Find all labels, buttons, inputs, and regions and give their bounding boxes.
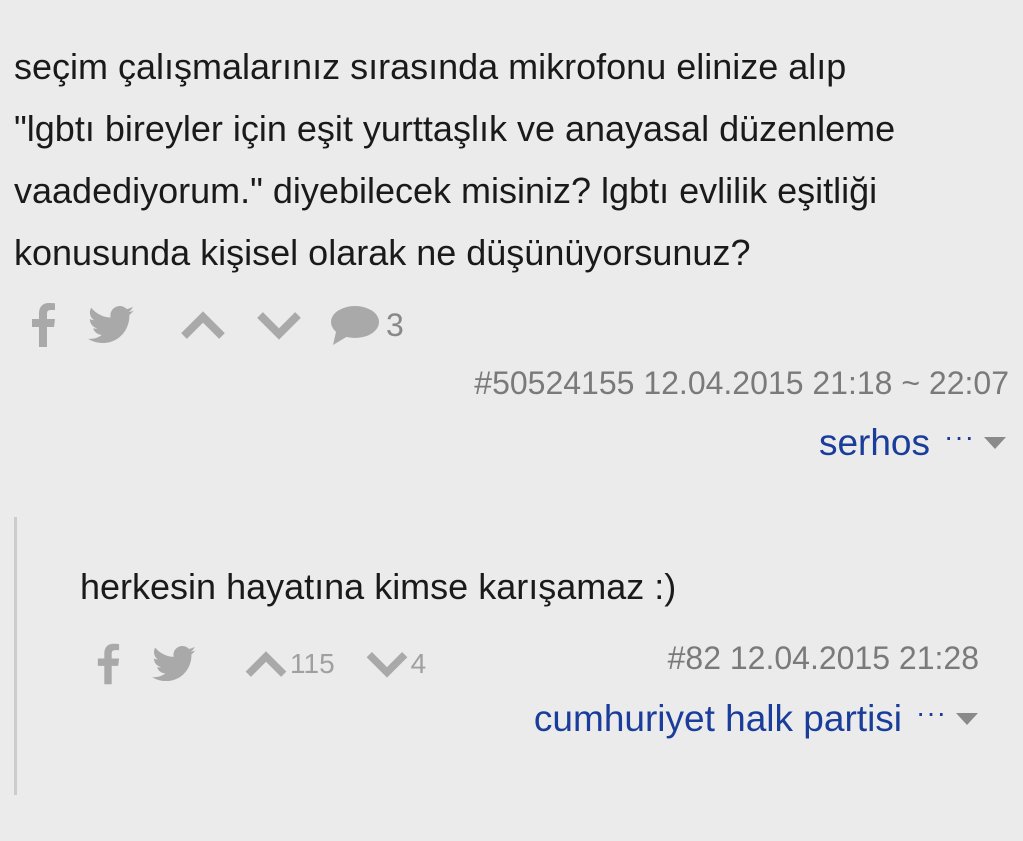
chevron-down-icon[interactable] [365,650,409,678]
more-options-icon[interactable]: ··· [916,697,947,729]
reply-meta[interactable]: #82 12.04.2015 21:28 [668,640,979,677]
entry-line: seçim çalışmalarınız sırasında mikrofonu… [14,46,847,87]
author-link[interactable]: cumhuriyet halk partisi [534,698,902,740]
reply-author-row: cumhuriyet halk partisi ··· [534,696,979,742]
comment-icon[interactable] [330,305,380,345]
chevron-up-icon[interactable] [180,310,226,340]
twitter-icon[interactable] [152,646,196,682]
reply-content: herkesin hayatına kimse karışamaz :) [80,566,677,607]
downvote-count: 4 [410,648,427,679]
upvote-count: 115 [290,648,335,679]
more-options-icon[interactable]: ··· [944,421,975,453]
comment-count[interactable]: 3 [386,307,404,344]
facebook-icon[interactable] [28,303,58,347]
entry-meta[interactable]: #50524155 12.04.2015 21:18 ~ 22:07 [474,365,1009,402]
entry-line: konusunda kişisel olarak ne düşünüyorsun… [14,232,751,273]
entry-content: seçim çalışmalarınız sırasında mikrofonu… [14,36,1009,284]
reply-quote-bar [14,517,17,795]
caret-down-icon[interactable] [955,712,979,726]
chevron-down-icon[interactable] [256,310,302,340]
entry-actions: 3 [28,295,404,355]
caret-down-icon[interactable] [983,436,1007,450]
facebook-icon[interactable] [94,643,122,685]
entry: seçim çalışmalarınız sırasında mikrofonu… [14,36,1009,284]
entry-author-row: serhos ··· [819,420,1007,466]
entry-line: "lgbtı bireyler için eşit yurttaşlık ve … [14,108,896,149]
entry-line: vaadediyorum." diyebilecek misiniz? lgbt… [14,170,878,211]
twitter-icon[interactable] [88,306,134,344]
author-link[interactable]: serhos [819,422,930,464]
reply-actions: 115 4 [94,634,426,694]
chevron-up-icon[interactable] [244,650,288,678]
